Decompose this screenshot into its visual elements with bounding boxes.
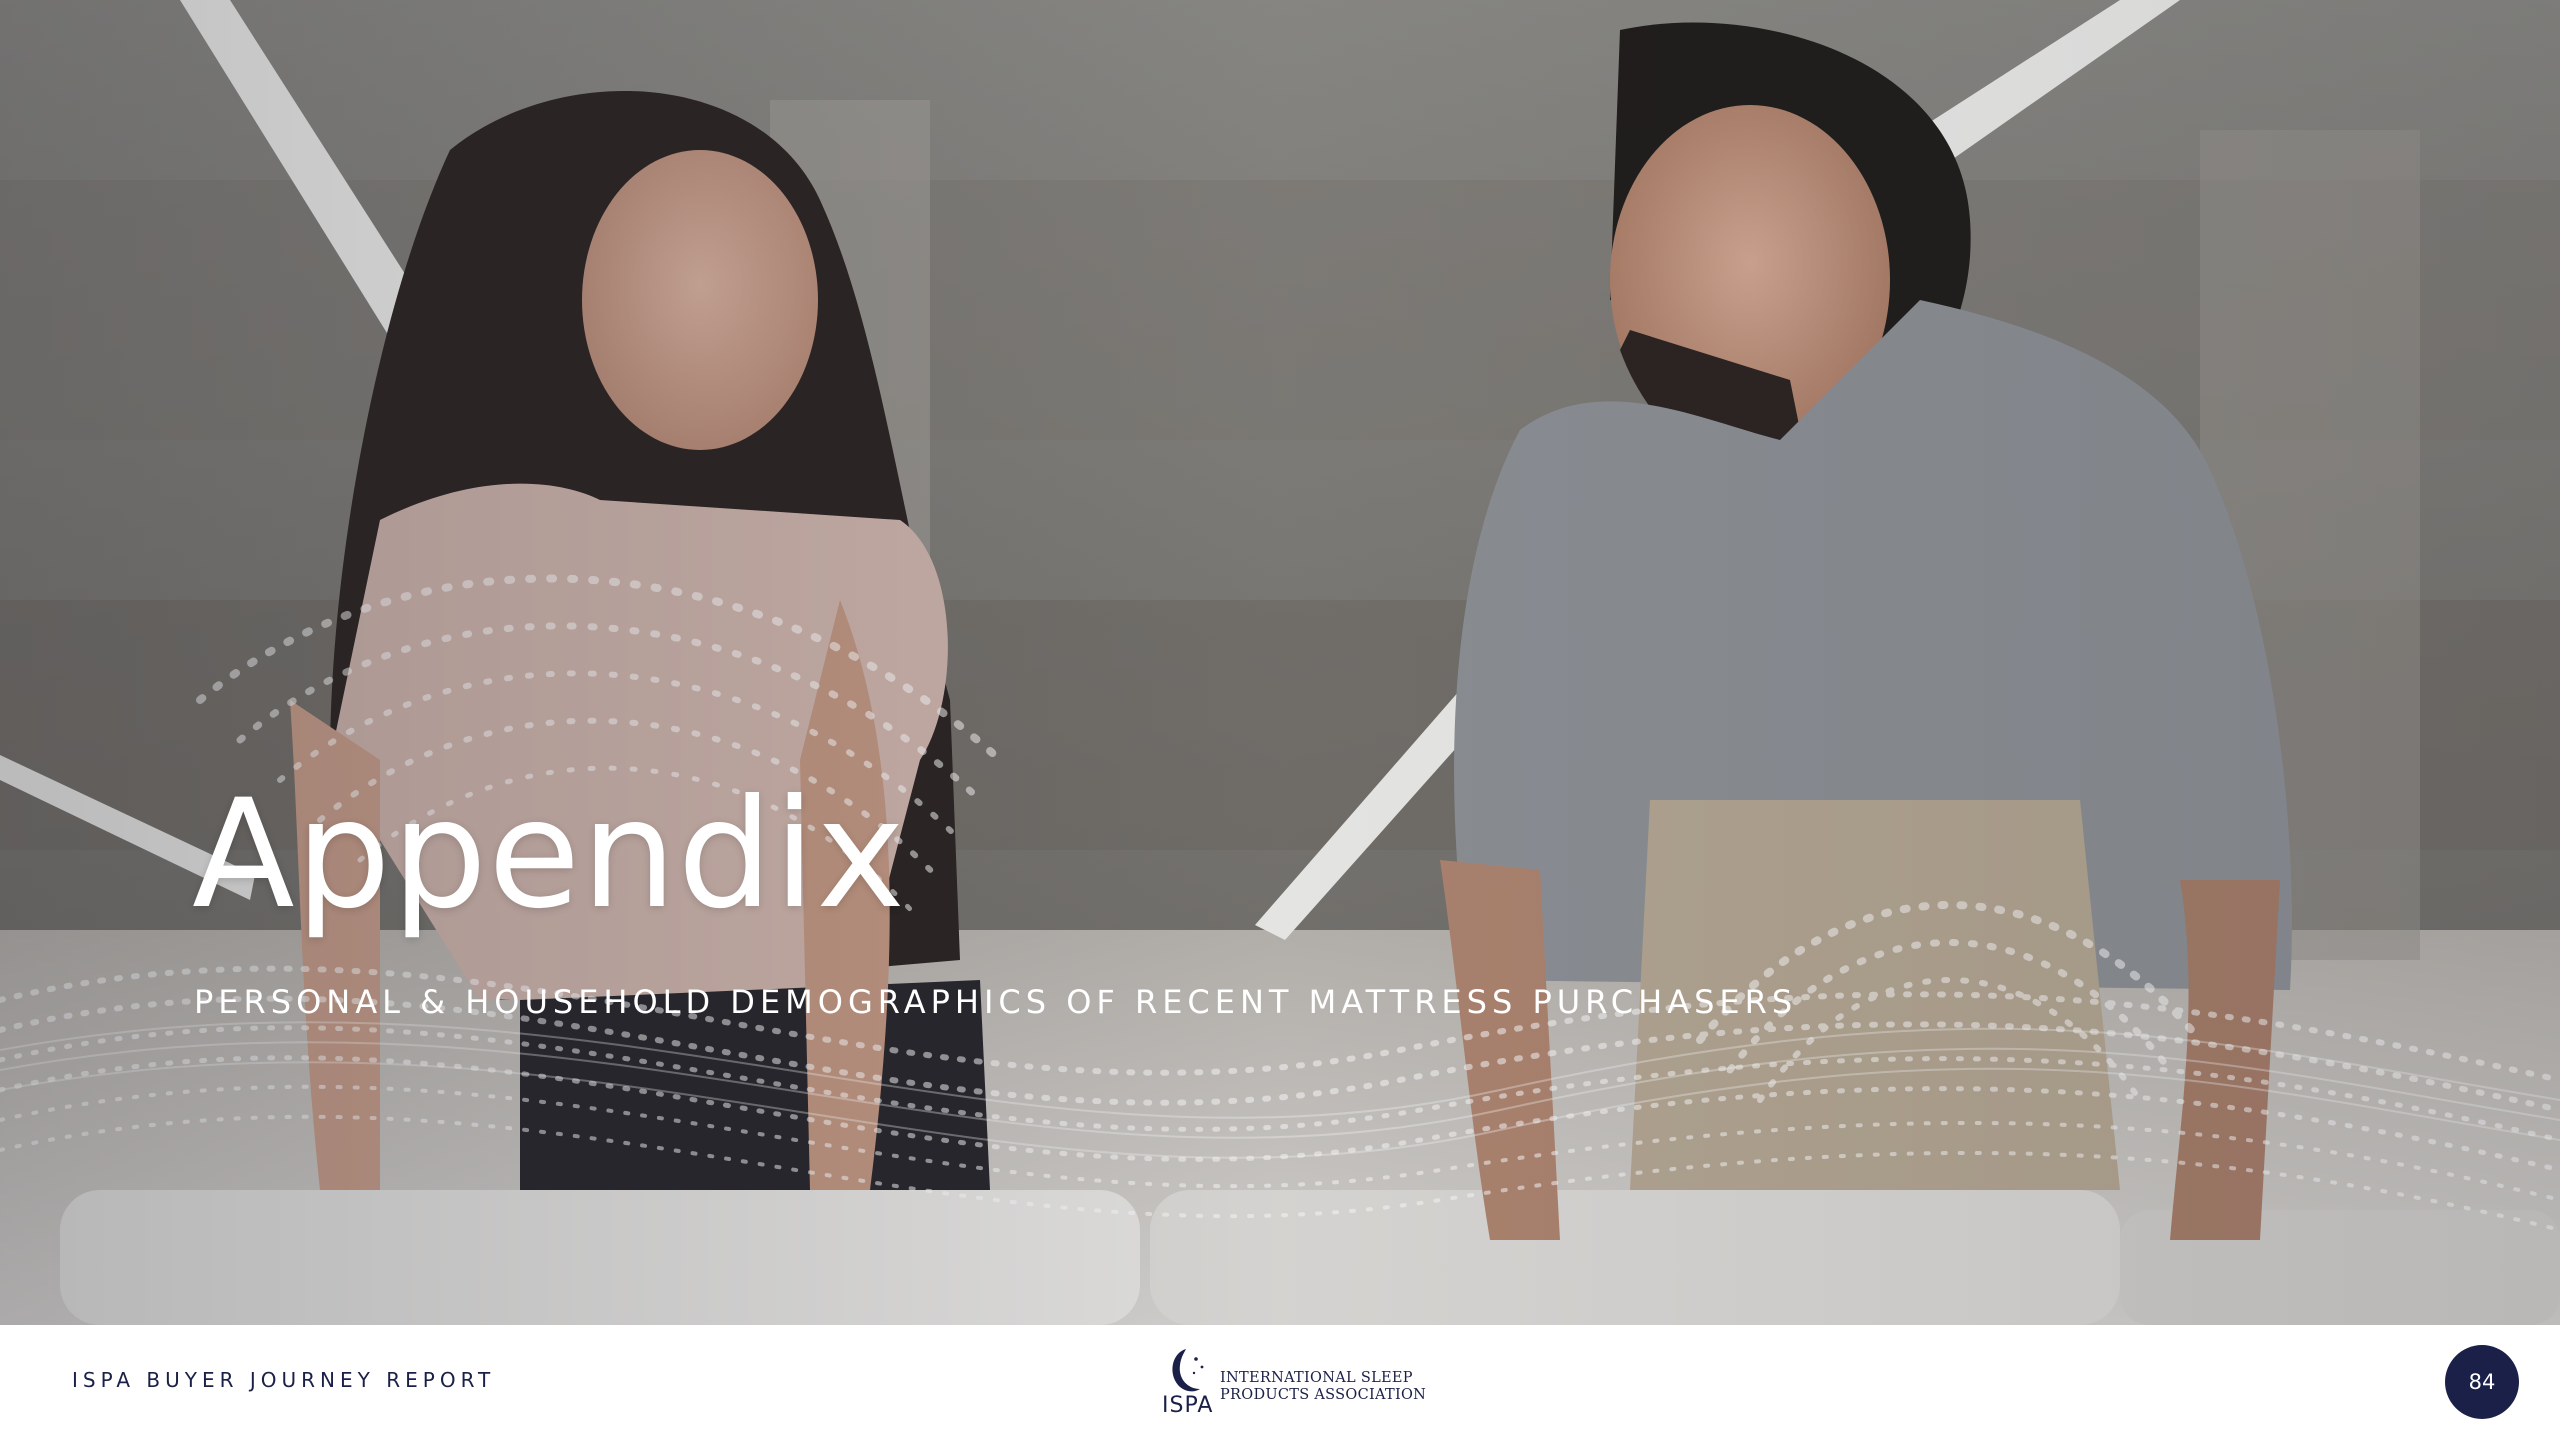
page-number-badge: 84 <box>2445 1345 2519 1419</box>
slide-subtitle: PERSONAL & HOUSEHOLD DEMOGRAPHICS OF REC… <box>194 983 1798 1021</box>
logo-acronym: ISPA <box>1162 1393 1214 1418</box>
hero-image <box>0 0 2560 1325</box>
logo-name-line1: INTERNATIONAL SLEEP <box>1220 1370 1413 1386</box>
slide-title: Appendix <box>192 768 907 942</box>
hero-overlay <box>0 0 2560 1325</box>
logo-name-line2: PRODUCTS ASSOCIATION <box>1220 1387 1427 1403</box>
slide: Appendix PERSONAL & HOUSEHOLD DEMOGRAPHI… <box>0 0 2560 1440</box>
report-name: ISPA BUYER JOURNEY REPORT <box>72 1368 496 1392</box>
ispa-logo: ISPA INTERNATIONAL SLEEP PRODUCTS ASSOCI… <box>1160 1345 1426 1420</box>
